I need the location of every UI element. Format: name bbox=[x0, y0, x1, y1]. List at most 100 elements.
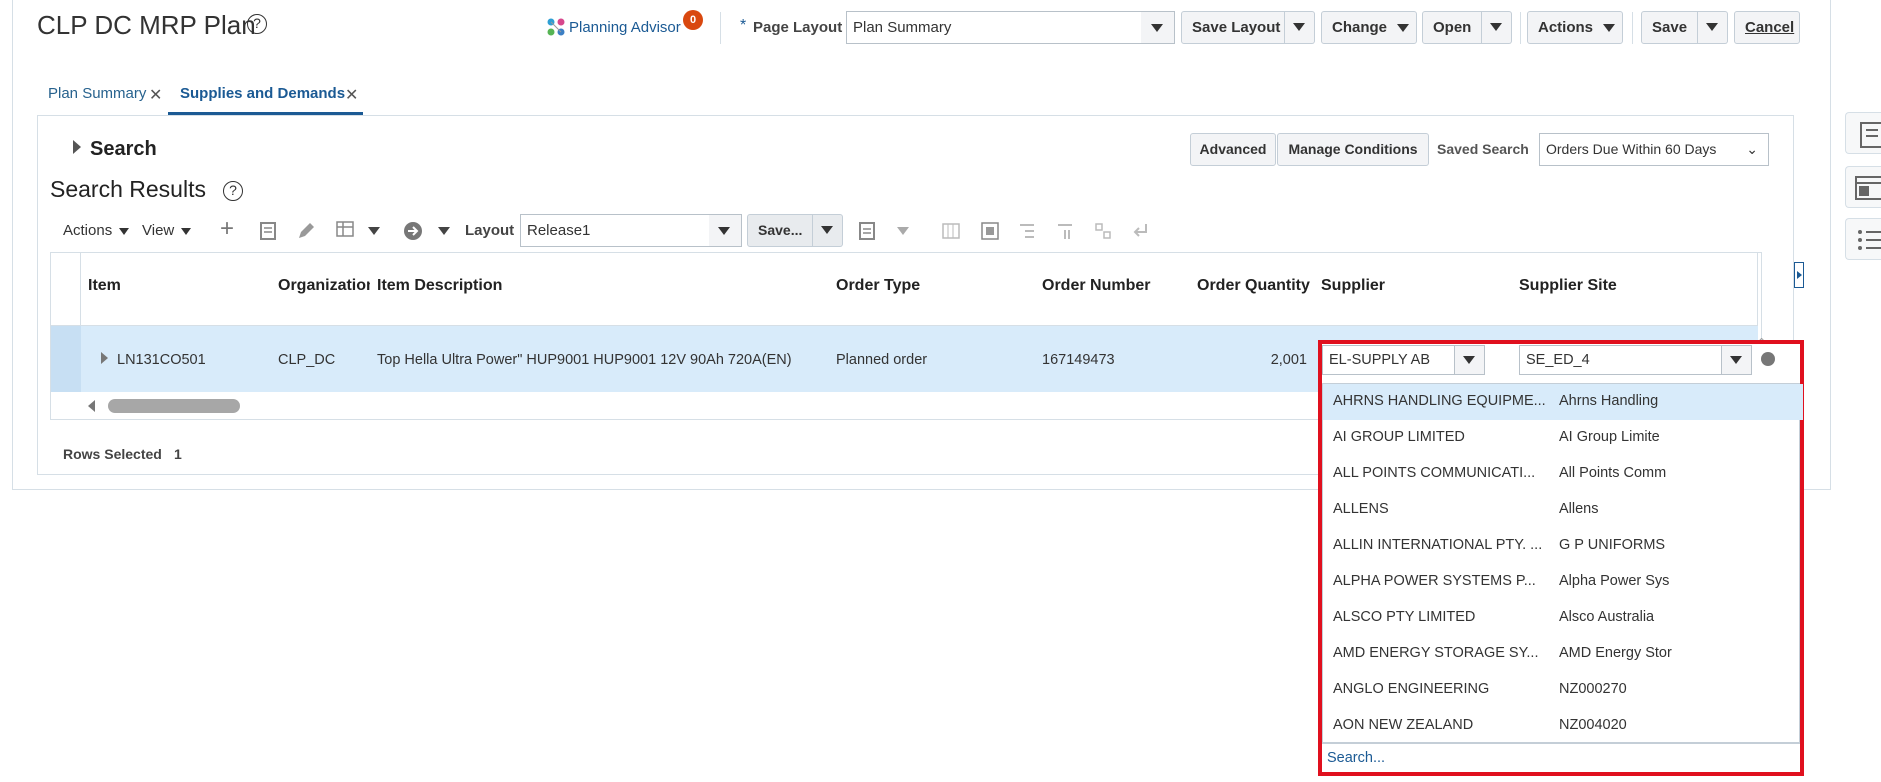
actions-menu[interactable]: Actions bbox=[63, 222, 130, 239]
horizontal-scrollbar-thumb[interactable] bbox=[108, 399, 240, 413]
cell-organization: CLP_DC bbox=[278, 352, 336, 368]
dropdown-footer bbox=[1322, 743, 1800, 771]
list-item[interactable]: AHRNS HANDLING EQUIPME... Ahrns Handling bbox=[1323, 384, 1803, 420]
col-supplier-site[interactable]: Supplier Site bbox=[1519, 277, 1617, 295]
close-tab-icon[interactable]: ✕ bbox=[149, 85, 162, 105]
edit-icon[interactable] bbox=[296, 221, 316, 241]
view-menu[interactable]: View bbox=[142, 222, 192, 239]
cell-order-number: 167149473 bbox=[1042, 352, 1115, 368]
save-menu-button[interactable] bbox=[1698, 11, 1728, 44]
chevron-down-icon bbox=[1151, 24, 1163, 32]
add-icon[interactable]: + bbox=[220, 215, 234, 243]
list-item[interactable]: ALL POINTS COMMUNICATI... All Points Comm bbox=[1323, 456, 1803, 492]
cell-order-type: Planned order bbox=[836, 352, 928, 368]
detach-icon[interactable] bbox=[858, 221, 876, 241]
list-item[interactable]: ALSCO PTY LIMITED Alsco Australia bbox=[1323, 600, 1803, 636]
close-tab-icon[interactable]: ✕ bbox=[345, 85, 358, 105]
chevron-down-icon bbox=[181, 228, 192, 235]
col-organization[interactable]: Organization bbox=[278, 277, 370, 295]
chevron-down-icon bbox=[1603, 24, 1616, 32]
list-item[interactable]: AI GROUP LIMITED AI Group Limite bbox=[1323, 420, 1803, 456]
divider bbox=[1520, 12, 1521, 44]
layout-dropdown-button[interactable] bbox=[709, 214, 742, 247]
supplier-dropdown-button[interactable] bbox=[1455, 345, 1485, 375]
row-status-indicator bbox=[1761, 352, 1775, 366]
open-menu-button[interactable] bbox=[1482, 11, 1512, 44]
save-layout-as-button[interactable]: Save... bbox=[747, 214, 813, 247]
chevron-down-icon[interactable] bbox=[368, 227, 380, 235]
list-item[interactable]: ALPHA POWER SYSTEMS P... Alpha Power Sys bbox=[1323, 564, 1803, 600]
col-item-description[interactable]: Item Description bbox=[377, 277, 502, 295]
advanced-button[interactable]: Advanced bbox=[1190, 133, 1276, 166]
col-order-quantity[interactable]: Order Quantity bbox=[1197, 277, 1310, 295]
list-item[interactable]: AON NEW ZEALAND NZ004020 bbox=[1323, 708, 1803, 744]
chevron-down-icon bbox=[821, 226, 833, 234]
open-button[interactable]: Open bbox=[1422, 11, 1482, 44]
chevron-down-icon bbox=[1706, 23, 1718, 31]
chevron-down-icon[interactable] bbox=[438, 227, 450, 235]
planning-advisor-icon[interactable] bbox=[546, 17, 566, 37]
expand-search-icon[interactable] bbox=[73, 140, 81, 154]
chevron-down-icon: ⌄ bbox=[1746, 141, 1758, 157]
save-layout-menu-button[interactable] bbox=[1285, 11, 1315, 44]
tab-supplies-and-demands[interactable]: Supplies and Demands bbox=[180, 85, 345, 102]
col-item[interactable]: Item bbox=[88, 277, 121, 295]
chevron-down-icon bbox=[1293, 23, 1305, 31]
expand-row-icon[interactable] bbox=[101, 352, 108, 364]
list-item[interactable]: AMD ENERGY STORAGE SY... AMD Energy Stor bbox=[1323, 636, 1803, 672]
chevron-down-icon[interactable] bbox=[897, 227, 909, 235]
save-layout-as-menu-button[interactable] bbox=[813, 214, 843, 247]
save-button[interactable]: Save bbox=[1641, 11, 1698, 44]
search-header[interactable]: Search bbox=[90, 138, 157, 161]
col-order-type[interactable]: Order Type bbox=[836, 277, 920, 295]
tab-plan-summary[interactable]: Plan Summary bbox=[48, 85, 146, 102]
supplier-site-dropdown-button[interactable] bbox=[1722, 345, 1752, 375]
help-icon[interactable]: ? bbox=[247, 14, 267, 34]
list-item[interactable]: ALLIN INTERNATIONAL PTY. ... G P UNIFORMS bbox=[1323, 528, 1803, 564]
indent-icon bbox=[1020, 224, 1034, 238]
chevron-down-icon bbox=[1730, 356, 1742, 364]
actions-button[interactable]: Actions bbox=[1527, 11, 1623, 44]
rail-layout-icon[interactable] bbox=[1845, 166, 1881, 208]
required-marker: * bbox=[740, 17, 747, 34]
chevron-down-icon bbox=[1463, 356, 1475, 364]
list-item[interactable]: ANGLO ENGINEERING NZ000270 bbox=[1323, 672, 1803, 708]
go-arrow-icon[interactable] bbox=[403, 221, 423, 241]
row-selector[interactable] bbox=[51, 326, 81, 392]
layout-select[interactable]: Release1 bbox=[520, 214, 710, 247]
help-icon[interactable]: ? bbox=[223, 181, 243, 201]
cell-item: LN131CO501 bbox=[117, 352, 206, 368]
change-button[interactable]: Change bbox=[1321, 11, 1417, 44]
search-more-link[interactable]: Search... bbox=[1327, 750, 1385, 766]
layout-label: Layout bbox=[465, 222, 515, 239]
divider bbox=[720, 12, 721, 44]
cancel-button[interactable]: Cancel bbox=[1734, 11, 1800, 44]
chevron-down-icon bbox=[1397, 24, 1410, 32]
save-layout-button[interactable]: Save Layout bbox=[1181, 11, 1285, 44]
divider bbox=[1632, 12, 1633, 44]
return-icon bbox=[1133, 224, 1147, 237]
chevron-down-icon bbox=[119, 228, 130, 235]
scroll-left-icon[interactable] bbox=[88, 400, 95, 412]
chevron-down-icon bbox=[718, 227, 730, 235]
rail-list-icon[interactable] bbox=[1845, 218, 1881, 260]
col-order-number[interactable]: Order Number bbox=[1042, 277, 1150, 295]
planning-advisor-link[interactable]: Planning Advisor bbox=[569, 19, 681, 36]
supplier-input[interactable]: EL-SUPPLY AB bbox=[1322, 345, 1455, 375]
saved-search-select[interactable]: Orders Due Within 60 Days ⌄ bbox=[1539, 133, 1769, 166]
manage-conditions-button[interactable]: Manage Conditions bbox=[1277, 133, 1429, 166]
cell-order-quantity: 2,001 bbox=[1270, 352, 1307, 368]
page-layout-dropdown-button[interactable] bbox=[1141, 11, 1175, 44]
col-supplier[interactable]: Supplier bbox=[1321, 277, 1385, 295]
panel-toggle[interactable] bbox=[1794, 262, 1804, 288]
list-item[interactable]: ALLENS Allens bbox=[1323, 492, 1803, 528]
rail-document-icon[interactable] bbox=[1845, 112, 1881, 154]
page-layout-select[interactable]: Plan Summary bbox=[846, 11, 1142, 44]
saved-search-label: Saved Search bbox=[1437, 141, 1529, 157]
freeze-icon bbox=[942, 223, 960, 239]
columns-icon[interactable] bbox=[335, 219, 357, 241]
outdent-icon bbox=[1058, 224, 1072, 239]
supplier-site-input[interactable]: SE_ED_4 bbox=[1519, 345, 1722, 375]
wrap-icon[interactable] bbox=[980, 221, 1000, 241]
duplicate-icon[interactable] bbox=[259, 221, 277, 241]
